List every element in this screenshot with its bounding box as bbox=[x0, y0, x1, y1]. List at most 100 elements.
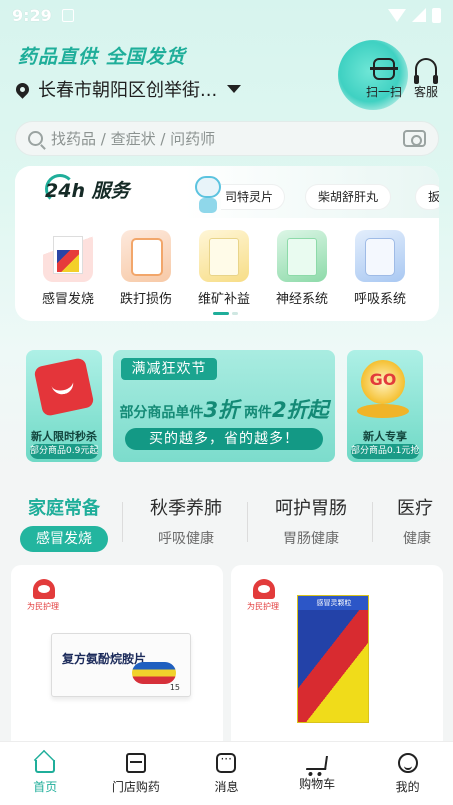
search-bar[interactable]: 找药品 / 查症状 / 问药师 bbox=[15, 121, 439, 156]
drug-pill[interactable]: 柴胡舒肝丸 bbox=[305, 184, 392, 210]
category-label: 维矿补益 bbox=[197, 292, 250, 307]
promo-big-1: 3折 bbox=[203, 398, 240, 422]
category-label: 跌打损伤 bbox=[119, 292, 172, 307]
status-time: 9:29 bbox=[12, 5, 52, 25]
status-bar: 9:29 bbox=[0, 0, 453, 30]
tab-subtitle: 健康 bbox=[403, 531, 431, 547]
tab-divider bbox=[122, 502, 123, 542]
product-card[interactable]: 为民护理 复方氨酚烷胺片 15 bbox=[11, 565, 223, 750]
tab-subtitle: 呼吸健康 bbox=[158, 531, 214, 547]
search-placeholder: 找药品 / 查症状 / 问药师 bbox=[51, 130, 216, 148]
promo-main-text: 部分商品单件3折 两件2折起 bbox=[113, 394, 335, 424]
package-count: 15 bbox=[169, 683, 180, 692]
promo-title: 新人限时秒杀 bbox=[31, 430, 97, 443]
tab-title: 秋季养肺 bbox=[150, 498, 222, 519]
go-badge-text: GO bbox=[369, 370, 397, 389]
red-envelope-icon bbox=[33, 357, 95, 417]
scan-label: 扫一扫 bbox=[366, 85, 403, 99]
sim-icon bbox=[61, 8, 74, 22]
nav-label: 门店购药 bbox=[111, 779, 160, 794]
service-card: 24h 服务 司特灵片 柴胡舒肝丸 扳 感冒发烧 跌打损伤 维矿补益 神经系统 … bbox=[15, 166, 439, 321]
go-badge-icon: GO bbox=[361, 360, 405, 404]
store-icon bbox=[125, 752, 146, 773]
caret-down-icon bbox=[227, 85, 242, 93]
category-nervous[interactable]: 神经系统 bbox=[267, 230, 337, 307]
nav-profile[interactable]: 我的 bbox=[362, 742, 453, 805]
promo-button[interactable]: 买的越多，省的越多！ bbox=[125, 428, 323, 450]
nav-messages[interactable]: 消息 bbox=[181, 742, 272, 805]
category-cold-fever[interactable]: 感冒发烧 bbox=[33, 230, 103, 307]
brand-logo-icon: 为民护理 bbox=[247, 579, 281, 615]
headset-icon bbox=[414, 58, 438, 84]
tab-title: 医疗 bbox=[397, 498, 433, 519]
tab-stomach[interactable]: 呵护胃肠 胃肠健康 bbox=[256, 494, 366, 552]
wifi-icon bbox=[388, 8, 406, 22]
promo-prefix: 部分商品单件 bbox=[119, 405, 204, 421]
package-band: 感冒灵颗粒 bbox=[298, 596, 368, 610]
nav-label: 购物车 bbox=[299, 776, 336, 791]
cart-icon bbox=[306, 755, 329, 770]
customer-service-label: 客服 bbox=[414, 85, 439, 99]
status-icons bbox=[388, 7, 441, 23]
nav-cart[interactable]: 购物车 bbox=[272, 742, 363, 805]
promo-title: 新人专享 bbox=[363, 430, 407, 443]
tab-family[interactable]: 家庭常备 感冒发烧 bbox=[9, 494, 119, 552]
promo-discount-festival[interactable]: 满减狂欢节 部分商品单件3折 两件2折起 买的越多，省的越多！ bbox=[113, 350, 335, 462]
bottom-nav: 首页 门店购药 消息 购物车 我的 bbox=[0, 741, 453, 805]
category-injury[interactable]: 跌打损伤 bbox=[111, 230, 181, 307]
brand-logo-icon: 为民护理 bbox=[27, 579, 61, 615]
location-text: 长春市朝阳区创举街... bbox=[38, 80, 218, 101]
product-image: 复方氨酚烷胺片 15 bbox=[51, 633, 191, 697]
product-card[interactable]: 为民护理 感冒灵颗粒 bbox=[231, 565, 443, 750]
tab-subtitle: 胃肠健康 bbox=[283, 531, 339, 547]
nav-label: 消息 bbox=[214, 779, 239, 794]
respiratory-icon bbox=[355, 230, 405, 282]
injury-icon bbox=[121, 230, 171, 282]
podium-icon bbox=[357, 404, 409, 418]
tab-lung[interactable]: 秋季养肺 呼吸健康 bbox=[131, 494, 241, 552]
tab-title: 家庭常备 bbox=[28, 498, 100, 519]
nav-store[interactable]: 门店购药 bbox=[91, 742, 182, 805]
category-label: 呼吸系统 bbox=[353, 292, 406, 307]
pagination-dots bbox=[213, 312, 238, 315]
category-tabs: 家庭常备 感冒发烧 秋季养肺 呼吸健康 呵护胃肠 胃肠健康 医疗 健康 bbox=[0, 494, 453, 554]
nav-home[interactable]: 首页 bbox=[0, 742, 91, 805]
home-icon bbox=[35, 759, 56, 773]
service-title: 24h 服务 bbox=[45, 180, 130, 202]
promo-title: 满减狂欢节 bbox=[121, 358, 217, 380]
package-name: 复方氨酚烷胺片 bbox=[62, 652, 147, 666]
location-pin-icon bbox=[13, 79, 32, 99]
category-label: 神经系统 bbox=[275, 292, 328, 307]
tab-title: 呵护胃肠 bbox=[275, 498, 347, 519]
mascot-icon bbox=[193, 176, 223, 214]
camera-icon[interactable] bbox=[403, 130, 426, 147]
slogan: 药品直供 全国发货 bbox=[18, 46, 186, 68]
nervous-icon bbox=[277, 230, 327, 282]
tab-medical[interactable]: 医疗 健康 bbox=[380, 494, 453, 552]
vitamin-icon bbox=[199, 230, 249, 282]
promo-mid: 两件 bbox=[243, 405, 272, 421]
battery-icon bbox=[432, 7, 441, 23]
promo-tag: 部分商品0.1元抢 bbox=[351, 444, 419, 459]
category-vitamin[interactable]: 维矿补益 bbox=[189, 230, 259, 307]
package-stripes bbox=[132, 662, 176, 684]
nav-label: 我的 bbox=[395, 779, 420, 794]
cold-fever-icon bbox=[43, 230, 93, 282]
category-respiratory[interactable]: 呼吸系统 bbox=[345, 230, 415, 307]
tab-divider bbox=[247, 502, 248, 542]
customer-service-button[interactable]: 客服 bbox=[414, 58, 438, 100]
scan-button[interactable]: 扫一扫 bbox=[366, 58, 402, 100]
promo-new-user[interactable]: GO 新人专享 部分商品0.1元抢 bbox=[347, 350, 423, 462]
scan-icon bbox=[370, 58, 398, 80]
search-icon bbox=[28, 131, 43, 146]
nav-label: 首页 bbox=[33, 779, 58, 794]
promo-big-2: 2折起 bbox=[271, 398, 329, 422]
drug-pill[interactable]: 扳 bbox=[415, 184, 439, 210]
promo-flash-sale[interactable]: 新人限时秒杀 部分商品0.9元起 bbox=[26, 350, 102, 462]
brand-name: 为民护理 bbox=[247, 602, 279, 611]
location-selector[interactable]: 长春市朝阳区创举街... bbox=[13, 76, 242, 102]
drug-pill[interactable]: 司特灵片 bbox=[221, 184, 285, 210]
page-dot bbox=[213, 312, 229, 315]
profile-icon bbox=[397, 752, 418, 773]
signal-icon bbox=[412, 8, 426, 22]
